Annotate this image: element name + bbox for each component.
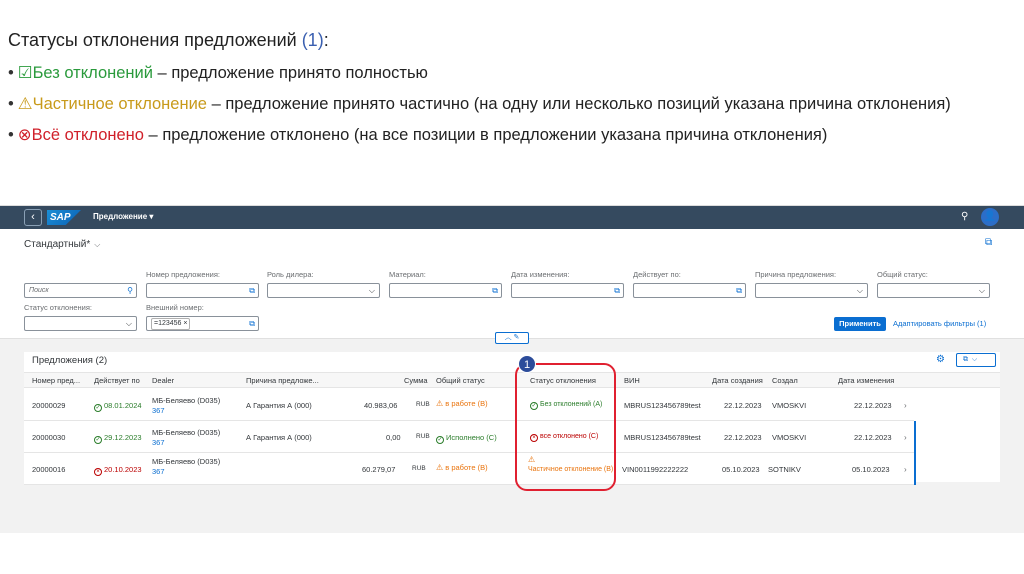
warning-icon: ⚠ (436, 463, 444, 472)
slide-title: Статусы отклонения предложений (1): (8, 30, 329, 50)
change-date-field[interactable]: ⧉ (511, 283, 624, 298)
col-number[interactable]: Номер пред... (32, 376, 86, 385)
search-icon[interactable]: ⚲ (961, 211, 968, 222)
chevron-down-icon: ⌵ (94, 240, 101, 249)
dealer-link[interactable]: 367 (152, 438, 165, 447)
table-row[interactable]: 20000016 × 20.10.2023 МБ-Беляево (D035) 3… (24, 453, 914, 485)
bullet-partial-deviation: • ⚠Частичное отклонение – предложение при… (8, 95, 951, 113)
warning-icon: ⚠ (436, 399, 444, 408)
col-sum[interactable]: Сумма (404, 376, 428, 385)
bullet-no-deviation: • ☑Без отклонений – предложение принято п… (8, 64, 428, 82)
sap-logo: SAP (47, 210, 81, 225)
material-label: Материал: (389, 270, 426, 279)
collapse-header-button[interactable]: ︿ ✎ (495, 332, 529, 344)
row-selection-marker (914, 421, 916, 453)
general-status-label: Общий статус: (877, 270, 928, 279)
dealer-link[interactable]: 367 (152, 406, 165, 415)
value-help-icon: ⧉ (736, 286, 742, 295)
checkbox-icon: ☑ (17, 64, 33, 82)
export-menu-button[interactable]: ⧉ ⌵ (956, 353, 996, 367)
offer-reason-label: Причина предложения: (755, 270, 837, 279)
warning-icon: ⚠ (17, 95, 33, 113)
check-circle-icon: ✓ (436, 436, 444, 444)
table-row[interactable]: 20000030 ✓ 29.12.2023 МБ-Беляево (D035) 3… (24, 421, 914, 453)
table-title: Предложения (2) (32, 355, 108, 366)
deviation-status-select[interactable]: ⌵ (24, 316, 137, 331)
offer-number-field[interactable]: ⧉ (146, 283, 259, 298)
avatar[interactable]: 👤 (981, 208, 999, 226)
check-circle-icon: ✓ (94, 436, 102, 444)
slide: Статусы отклонения предложений (1): • ☑Бе… (0, 0, 1024, 574)
offer-number-label: Номер предложения: (146, 270, 220, 279)
cross-circle-icon: ⊗ (17, 126, 32, 144)
material-field[interactable]: ⧉ (389, 283, 502, 298)
col-creator[interactable]: Создал (772, 376, 798, 385)
col-reason[interactable]: Причина предложе... (246, 376, 324, 385)
chevron-right-icon[interactable]: › (904, 433, 907, 442)
value-help-icon: ⧉ (492, 286, 498, 295)
col-vin[interactable]: ВИН (624, 376, 640, 385)
value-help-icon: ⧉ (249, 286, 255, 295)
value-help-icon: ⧉ (249, 319, 255, 328)
external-number-label: Внешний номер: (146, 303, 204, 312)
cross-circle-icon: × (94, 468, 102, 476)
apply-button[interactable]: Применить (834, 317, 886, 331)
bullet-all-rejected: • ⊗Всё отклонено – предложение отклонено … (8, 126, 828, 144)
value-help-icon: ⧉ (614, 286, 620, 295)
sap-app: ‹ SAP Предложение ▾ ⚲ 👤 Стандартный* ⌵ ⧉ … (0, 205, 1024, 533)
search-input[interactable]: Поиск ⚲ (24, 283, 137, 298)
chevron-right-icon[interactable]: › (904, 465, 907, 474)
offers-table: Предложения (2) ⚙ ⧉ ⌵ Номер пред... Дейс… (24, 352, 1000, 485)
table-row[interactable]: 20000029 ✓ 08.01.2024 МБ-Беляево (D035) 3… (24, 389, 914, 421)
col-created[interactable]: Дата создания (712, 376, 763, 385)
valid-to-field[interactable]: ⧉ (633, 283, 746, 298)
offer-reason-select[interactable]: ⌵ (755, 283, 868, 298)
dealer-role-label: Роль дилера: (267, 270, 314, 279)
intro-text: Статусы отклонения предложений (1): • ☑Бе… (8, 28, 1024, 145)
deviation-status-label: Статус отклонения: (24, 303, 93, 312)
callout-badge: 1 (518, 355, 536, 373)
check-circle-icon: ✓ (94, 404, 102, 412)
shell-bar: ‹ SAP Предложение ▾ ⚲ 👤 (0, 206, 1024, 229)
back-button[interactable]: ‹ (24, 209, 42, 226)
adapt-filters-link[interactable]: Адаптировать фильтры (1) (893, 319, 986, 328)
change-date-label: Дата изменения: (511, 270, 570, 279)
valid-to-label: Действует по: (633, 270, 681, 279)
deviation-status-highlight (515, 363, 616, 491)
chevron-down-icon: ⌵ (368, 286, 375, 295)
variant-selector[interactable]: Стандартный* ⌵ (24, 239, 100, 250)
chevron-down-icon: ⌵ (856, 286, 863, 295)
row-selection-marker (914, 453, 916, 485)
share-icon[interactable]: ⧉ (985, 237, 992, 248)
chevron-down-icon: ⌵ (125, 319, 132, 328)
col-changed[interactable]: Дата изменения (838, 376, 894, 385)
general-status-select[interactable]: ⌵ (877, 283, 990, 298)
external-number-field[interactable]: =123456 × ⧉ (146, 316, 259, 331)
col-dealer[interactable]: Dealer (152, 376, 174, 385)
col-valid-to[interactable]: Действует по (94, 376, 140, 385)
col-general-status[interactable]: Общий статус (436, 376, 485, 385)
dealer-link[interactable]: 367 (152, 467, 165, 476)
gear-icon[interactable]: ⚙ (936, 354, 945, 365)
dealer-role-select[interactable]: ⌵ (267, 283, 380, 298)
chevron-down-icon: ⌵ (978, 286, 985, 295)
chevron-right-icon[interactable]: › (904, 401, 907, 410)
app-title-menu[interactable]: Предложение ▾ (93, 212, 153, 221)
filter-token[interactable]: =123456 × (151, 318, 191, 330)
search-icon: ⚲ (127, 286, 133, 295)
table-header: Номер пред... Действует по Dealer Причин… (24, 372, 1000, 388)
